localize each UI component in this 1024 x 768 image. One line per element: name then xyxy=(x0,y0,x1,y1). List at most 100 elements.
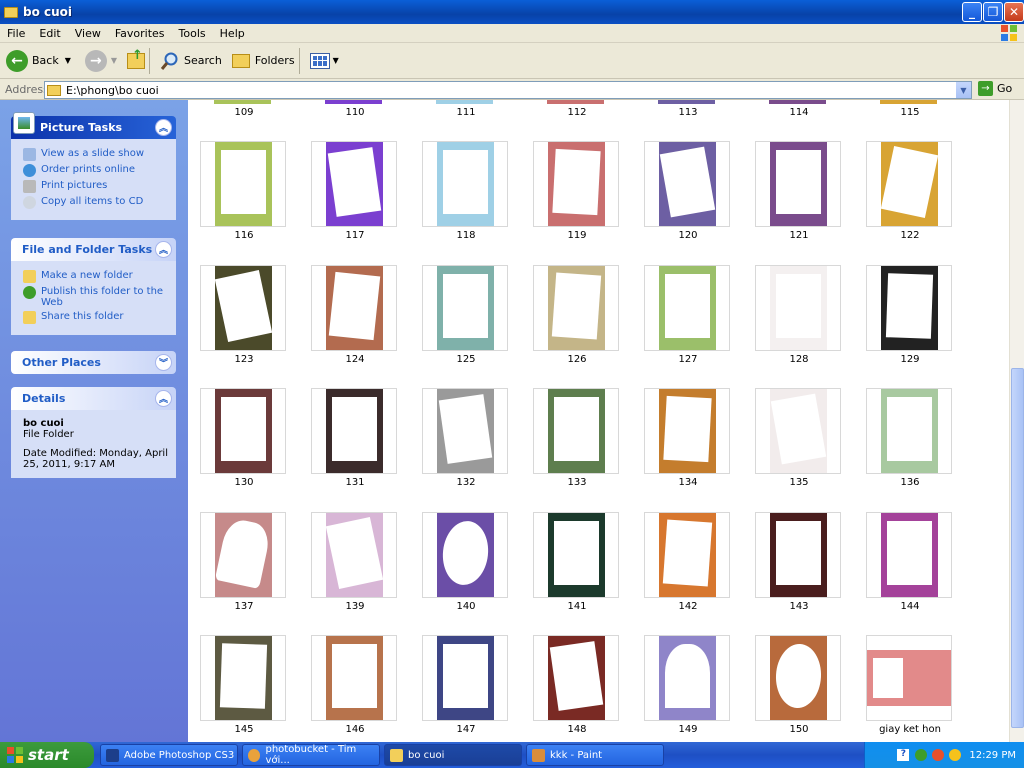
make-new-folder-link[interactable]: Make a new folder xyxy=(23,270,170,283)
views-button[interactable]: ▼ xyxy=(309,46,339,76)
thumbnail-item[interactable] xyxy=(311,265,397,351)
folder-icon xyxy=(47,84,61,96)
thumbnail-partial[interactable] xyxy=(547,100,604,104)
thumbnail-label: 133 xyxy=(567,477,587,488)
volume-icon[interactable] xyxy=(949,749,962,761)
thumbnail-item[interactable] xyxy=(866,388,952,474)
minimize-button[interactable]: _ xyxy=(962,2,982,22)
thumbnail-label: 109 xyxy=(234,107,254,118)
thumbnail-item[interactable] xyxy=(422,388,508,474)
network-icon[interactable] xyxy=(915,749,928,761)
start-button[interactable]: start xyxy=(0,742,94,768)
thumbnail-label: 122 xyxy=(900,230,920,241)
order-prints-link[interactable]: Order prints online xyxy=(23,164,170,177)
address-input[interactable]: E:\phong\bo cuoi ▼ xyxy=(44,81,972,99)
thumbnail-item[interactable] xyxy=(533,141,619,227)
menu-view[interactable]: View xyxy=(68,27,108,40)
expand-chevron-icon[interactable]: ︾ xyxy=(155,354,172,371)
collapse-chevron-icon[interactable]: ︽ xyxy=(155,390,172,407)
thumbnail-label: 148 xyxy=(567,724,587,735)
thumbnail-item[interactable] xyxy=(644,635,730,721)
menu-favorites[interactable]: Favorites xyxy=(108,27,172,40)
menu-tools[interactable]: Tools xyxy=(172,27,213,40)
maximize-button[interactable]: ❐ xyxy=(983,2,1003,22)
thumbnail-item[interactable] xyxy=(644,388,730,474)
thumbnail-item[interactable] xyxy=(533,265,619,351)
details-header[interactable]: Details ︽ xyxy=(11,387,176,410)
thumbnail-partial[interactable] xyxy=(658,100,715,104)
photoshop-icon xyxy=(106,748,119,762)
picture-tasks-header[interactable]: Picture Tasks ︽ xyxy=(11,112,176,139)
thumbnail-item[interactable] xyxy=(866,141,952,227)
thumbnail-item[interactable] xyxy=(755,141,841,227)
share-folder-link[interactable]: Share this folder xyxy=(23,311,170,324)
back-button[interactable]: ← Back ▼ xyxy=(6,46,71,76)
task-bo-cuoi[interactable]: bo cuoi xyxy=(384,744,522,766)
thumbnail-item[interactable] xyxy=(422,265,508,351)
toolbar-separator xyxy=(149,47,151,74)
thumbnail-item[interactable] xyxy=(533,635,619,721)
thumbnail-item[interactable] xyxy=(644,141,730,227)
thumbnail-item[interactable] xyxy=(866,635,952,721)
menu-file[interactable]: File xyxy=(0,27,32,40)
view-slideshow-link[interactable]: View as a slide show xyxy=(23,148,170,161)
thumbnail-partial[interactable] xyxy=(214,100,271,104)
thumbnail-item[interactable] xyxy=(311,141,397,227)
shield-icon[interactable] xyxy=(932,749,945,761)
thumbnail-label: 115 xyxy=(900,107,920,118)
address-dropdown-button[interactable]: ▼ xyxy=(956,82,971,98)
photo-frame-area xyxy=(221,397,266,461)
thumbnail-item[interactable] xyxy=(422,635,508,721)
photo-frame-area xyxy=(554,397,599,461)
thumbnail-item[interactable] xyxy=(200,141,286,227)
thumbnail-item[interactable] xyxy=(200,388,286,474)
thumbnail-partial[interactable] xyxy=(769,100,826,104)
thumbnail-item[interactable] xyxy=(422,141,508,227)
up-folder-icon: ↑ xyxy=(127,48,146,69)
thumbnail-item[interactable] xyxy=(200,635,286,721)
thumbnail-partial[interactable] xyxy=(325,100,382,104)
scrollbar-thumb[interactable] xyxy=(1011,368,1024,728)
thumbnail-item[interactable] xyxy=(755,512,841,598)
file-folder-tasks-header[interactable]: File and Folder Tasks ︽ xyxy=(11,238,176,261)
task-photobucket[interactable]: photobucket - Tim với... xyxy=(242,744,380,766)
thumbnail-item[interactable] xyxy=(866,265,952,351)
help-icon[interactable]: ? xyxy=(897,749,910,761)
thumbnail-item[interactable] xyxy=(755,265,841,351)
thumbnail-item[interactable] xyxy=(644,512,730,598)
thumbnail-item[interactable] xyxy=(311,388,397,474)
publish-folder-link[interactable]: Publish this folder to the Web xyxy=(23,286,170,308)
thumbnail-item[interactable] xyxy=(311,512,397,598)
print-pictures-link[interactable]: Print pictures xyxy=(23,180,170,193)
collapse-chevron-icon[interactable]: ︽ xyxy=(155,119,172,136)
thumbnail-item[interactable] xyxy=(311,635,397,721)
thumbnail-item[interactable] xyxy=(755,635,841,721)
menu-help[interactable]: Help xyxy=(213,27,252,40)
thumbnail-label: 128 xyxy=(789,354,809,365)
folders-button[interactable]: Folders xyxy=(228,46,295,76)
views-icon xyxy=(309,52,330,69)
thumbnail-item[interactable] xyxy=(644,265,730,351)
copy-to-cd-link[interactable]: Copy all items to CD xyxy=(23,196,170,209)
other-places-header[interactable]: Other Places ︾ xyxy=(11,351,176,374)
thumbnail-item[interactable] xyxy=(866,512,952,598)
thumbnail-item[interactable] xyxy=(533,388,619,474)
thumbnail-partial[interactable] xyxy=(436,100,493,104)
task-paint[interactable]: kkk - Paint xyxy=(526,744,664,766)
menu-edit[interactable]: Edit xyxy=(32,27,67,40)
forward-button[interactable]: → ▼ xyxy=(77,46,117,76)
close-button[interactable]: ✕ xyxy=(1004,2,1024,22)
thumbnail-item[interactable] xyxy=(422,512,508,598)
thumbnail-item[interactable] xyxy=(200,512,286,598)
go-button[interactable]: → Go xyxy=(978,81,1012,96)
task-photoshop[interactable]: Adobe Photoshop CS3 xyxy=(100,744,238,766)
thumbnail-item[interactable] xyxy=(200,265,286,351)
vertical-scrollbar[interactable] xyxy=(1009,100,1024,742)
up-folder-button[interactable]: ↑ xyxy=(123,46,146,76)
thumbnail-item[interactable] xyxy=(533,512,619,598)
collapse-chevron-icon[interactable]: ︽ xyxy=(155,241,172,258)
task-pane: Picture Tasks ︽ View as a slide show Ord… xyxy=(0,100,188,742)
thumbnail-partial[interactable] xyxy=(880,100,937,104)
search-button[interactable]: Search xyxy=(160,46,222,76)
thumbnail-item[interactable] xyxy=(755,388,841,474)
